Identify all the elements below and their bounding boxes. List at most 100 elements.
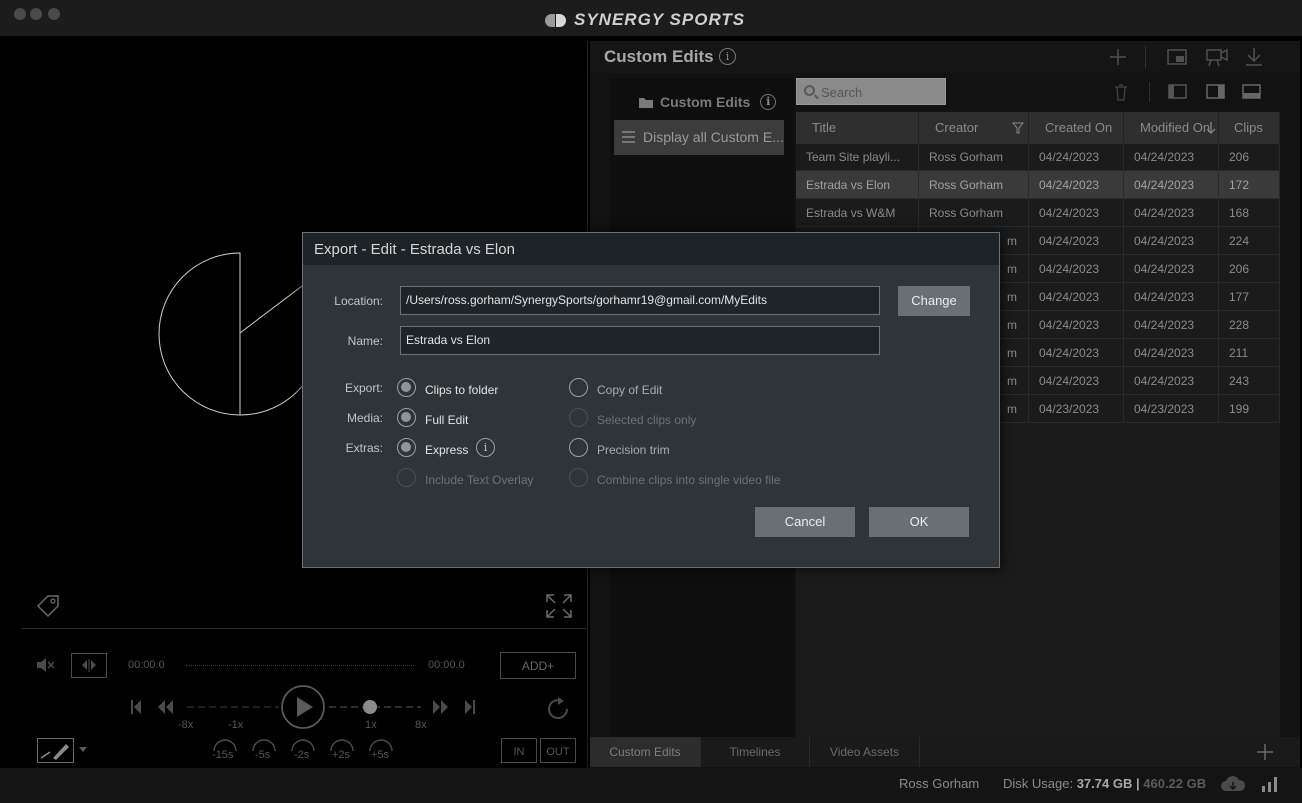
- download-icon[interactable]: [1243, 46, 1265, 68]
- out-point-button[interactable]: OUT: [540, 738, 576, 763]
- stats-icon[interactable]: [1260, 775, 1280, 793]
- location-field[interactable]: /Users/ross.gorham/SynergySports/gorhamr…: [400, 286, 880, 315]
- search-input[interactable]: Search: [796, 78, 946, 105]
- rewind-icon[interactable]: [158, 700, 173, 714]
- skip-back-2-button[interactable]: -2s: [294, 749, 309, 761]
- header-divider: [1145, 46, 1146, 68]
- in-point-button[interactable]: IN: [501, 738, 537, 763]
- tab-video-assets[interactable]: Video Assets: [810, 737, 920, 767]
- cell-modified-on: 04/24/2023: [1124, 143, 1219, 171]
- cell-created-on: 04/23/2023: [1029, 395, 1124, 423]
- ok-button[interactable]: OK: [869, 507, 969, 537]
- skip-start-icon[interactable]: [131, 700, 141, 714]
- brand-name: SYNERGY SPORTS: [574, 10, 746, 29]
- filter-icon[interactable]: [1012, 122, 1024, 134]
- location-label: Location:: [334, 294, 383, 308]
- brand-logo: SYNERGY SPORTS: [545, 10, 745, 30]
- cell-created-on: 04/24/2023: [1029, 199, 1124, 227]
- cell-clips: 172: [1219, 171, 1280, 199]
- frame-step-button[interactable]: [71, 653, 107, 678]
- draw-tool-button[interactable]: [37, 738, 74, 763]
- cell-title: Team Site playli...: [796, 143, 919, 171]
- change-location-button[interactable]: Change: [898, 286, 970, 316]
- tab-timelines[interactable]: Timelines: [701, 737, 810, 767]
- express-radio[interactable]: [397, 438, 416, 457]
- cell-clips: 177: [1219, 283, 1280, 311]
- table-row[interactable]: Team Site playli... Ross Gorham 04/24/2023…: [796, 143, 1280, 171]
- in-label: IN: [513, 746, 525, 758]
- cell-creator: Ross Gorham: [919, 143, 1029, 171]
- precision-trim-radio[interactable]: [569, 438, 588, 457]
- folder-item-display-all[interactable]: Display all Custom E...: [614, 120, 784, 155]
- mute-icon[interactable]: [35, 656, 55, 674]
- fullscreen-icon[interactable]: [545, 593, 573, 619]
- column-title[interactable]: Title: [796, 112, 919, 144]
- copy-of-edit-radio[interactable]: [569, 378, 588, 397]
- cell-clips: 168: [1219, 199, 1280, 227]
- express-label: Express: [425, 443, 469, 457]
- skip-back-5-button[interactable]: -5s: [255, 749, 270, 761]
- cell-creator: Ross Gorham: [919, 199, 1029, 227]
- skip-forward-2-button[interactable]: +2s: [332, 749, 350, 761]
- folder-title: Custom Edits: [660, 94, 751, 110]
- column-modified-on[interactable]: Modified On: [1124, 112, 1219, 144]
- column-clips[interactable]: Clips: [1219, 112, 1280, 144]
- disk-usage: Disk Usage: 37.74 GB | 460.22 GB: [1003, 776, 1206, 791]
- skip-back-15-button[interactable]: -15s: [212, 749, 233, 761]
- disk-used: 37.74 GB: [1076, 776, 1133, 791]
- precision-trim-label: Precision trim: [597, 443, 670, 457]
- tag-icon[interactable]: [34, 592, 62, 620]
- skip-end-icon[interactable]: [465, 700, 475, 714]
- dropdown-arrow-icon[interactable]: [78, 745, 88, 753]
- zoom-window-button[interactable]: [48, 8, 60, 20]
- selected-clips-label: Selected clips only: [597, 413, 697, 427]
- skip-forward-5-button[interactable]: +5s: [371, 749, 389, 761]
- close-window-button[interactable]: [14, 8, 26, 20]
- cell-creator: Ross Gorham: [919, 171, 1029, 199]
- picture-in-picture-icon[interactable]: [1166, 47, 1188, 67]
- export-label: Export:: [344, 381, 383, 395]
- name-field[interactable]: Estrada vs Elon: [400, 326, 880, 355]
- speed-label-3: 1x: [365, 719, 377, 731]
- minimize-window-button[interactable]: [30, 8, 42, 20]
- table-row[interactable]: Estrada vs Elon Ross Gorham 04/24/2023 04/2…: [796, 171, 1280, 199]
- column-created-on[interactable]: Created On: [1029, 112, 1124, 144]
- cell-modified-on: 04/24/2023: [1124, 283, 1219, 311]
- cloud-download-icon[interactable]: [1220, 774, 1246, 794]
- cancel-button[interactable]: Cancel: [755, 507, 855, 537]
- status-user: Ross Gorham: [899, 776, 980, 791]
- full-edit-radio[interactable]: [397, 408, 416, 427]
- cell-created-on: 04/24/2023: [1029, 171, 1124, 199]
- express-info-icon[interactable]: i: [476, 438, 495, 457]
- cell-clips: 243: [1219, 367, 1280, 395]
- speed-slider-handle[interactable]: [363, 700, 377, 714]
- add-clip-button[interactable]: ADD+: [500, 652, 576, 679]
- add-tab-icon[interactable]: [1255, 742, 1275, 762]
- add-icon[interactable]: [1108, 47, 1128, 67]
- export-dialog: Export - Edit - Estrada vs Elon Location…: [302, 232, 1000, 568]
- folder-item-label: Display all Custom E...: [643, 129, 784, 145]
- fast-forward-icon[interactable]: [433, 700, 448, 714]
- scrub-bar[interactable]: [186, 665, 414, 666]
- trash-icon[interactable]: [1112, 82, 1130, 102]
- media-label: Media:: [346, 411, 383, 425]
- search-placeholder: Search: [821, 85, 863, 100]
- folder-icon: [639, 97, 653, 108]
- cell-created-on: 04/24/2023: [1029, 255, 1124, 283]
- layout-left-icon[interactable]: [1168, 84, 1188, 100]
- layout-right-icon[interactable]: [1206, 84, 1226, 100]
- sort-down-icon: [1206, 122, 1216, 134]
- replay-icon[interactable]: [545, 696, 573, 722]
- tab-custom-edits[interactable]: Custom Edits: [590, 737, 701, 767]
- cell-modified-on: 04/24/2023: [1124, 311, 1219, 339]
- camera-icon[interactable]: [1205, 46, 1229, 68]
- speed-label-2: -1x: [228, 719, 244, 731]
- selected-clips-radio: [569, 408, 588, 427]
- table-row[interactable]: Estrada vs W&M Ross Gorham 04/24/2023 04/24…: [796, 199, 1280, 227]
- layout-bottom-icon[interactable]: [1242, 84, 1262, 100]
- clips-to-folder-radio[interactable]: [397, 378, 416, 397]
- cell-clips: 211: [1219, 339, 1280, 367]
- panel-info-icon[interactable]: i: [719, 48, 736, 65]
- play-button[interactable]: [281, 685, 325, 729]
- column-creator[interactable]: Creator: [919, 112, 1029, 144]
